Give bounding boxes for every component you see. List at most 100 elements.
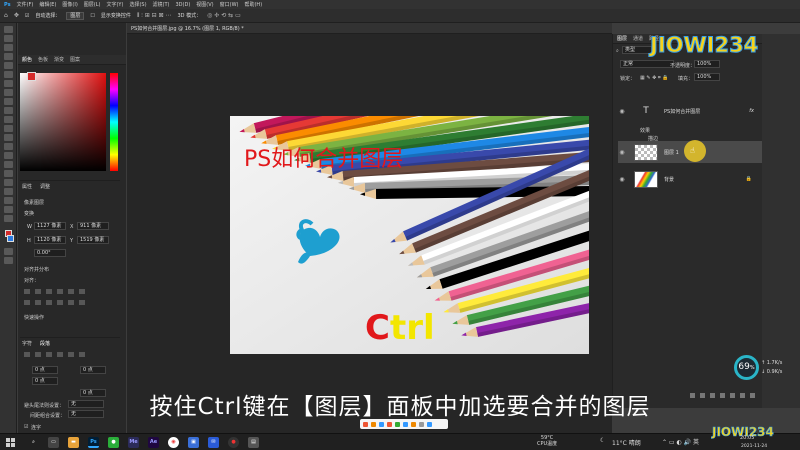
distribute-1-icon[interactable] <box>24 300 30 305</box>
cpu-temp-widget[interactable]: 59°C CPU温度 <box>537 435 557 447</box>
fill-field[interactable]: 100% <box>694 73 720 81</box>
menu-3d[interactable]: 3D(D) <box>176 2 191 8</box>
menu-select[interactable]: 选择(S) <box>129 1 146 8</box>
filter-type-dropdown[interactable]: 类型 <box>622 46 652 54</box>
eyedropper-tool-icon[interactable] <box>3 80 13 87</box>
distribute-5-icon[interactable] <box>68 300 74 305</box>
move-tool-icon[interactable] <box>3 26 13 33</box>
blur-tool-icon[interactable] <box>3 143 13 150</box>
history-brush-tool-icon[interactable] <box>3 116 13 123</box>
tab-paragraph[interactable]: 段落 <box>40 340 50 347</box>
ime-punct-icon[interactable] <box>379 421 384 427</box>
fx-icon[interactable]: fx <box>749 108 754 114</box>
clock-time[interactable]: 20:05 <box>740 435 754 441</box>
panel-foreground-swatch[interactable] <box>27 72 36 81</box>
y-field[interactable]: 1519 像素 <box>77 236 109 244</box>
align-icons[interactable]: ⫴ ⫶ ⊞ ⊟ ⊠ ⋯ <box>137 12 172 20</box>
x-field[interactable]: 911 像素 <box>77 222 109 230</box>
distribute-3-icon[interactable] <box>46 300 52 305</box>
tab-properties[interactable]: 属性 <box>22 183 32 190</box>
para-left-icon[interactable] <box>24 352 30 357</box>
ime-voice-icon[interactable] <box>395 421 400 427</box>
eye-icon[interactable]: ◉ <box>618 108 626 115</box>
first-line-indent-field[interactable]: 0 点 <box>32 377 58 385</box>
document-tab[interactable]: PS如何合并图层.jpg @ 16.7% (图层 1, RGB/8) * <box>127 23 612 34</box>
record-icon[interactable]: ● <box>228 437 239 448</box>
tab-swatches[interactable]: 色板 <box>38 56 48 63</box>
menu-image[interactable]: 图像(I) <box>62 1 77 8</box>
color-picker-field[interactable] <box>20 73 106 171</box>
menu-filter[interactable]: 滤镜(T) <box>153 1 170 8</box>
auto-select-dropdown[interactable]: 图层 <box>66 11 85 20</box>
weather-text[interactable]: 11°C 晴朗 <box>612 438 641 447</box>
path-select-tool-icon[interactable] <box>3 179 13 186</box>
ime-tools-icon[interactable] <box>419 421 424 427</box>
eye-icon[interactable]: ◉ <box>618 176 626 183</box>
menu-type[interactable]: 文字(Y) <box>106 1 123 8</box>
tab-layers[interactable]: 图层 <box>617 35 627 42</box>
move-tool-icon[interactable]: ✥ <box>14 12 19 19</box>
hyphenate-checkbox[interactable]: ☑ <box>24 424 28 430</box>
photoshop-app-icon[interactable]: Ps <box>88 437 99 448</box>
ps-logo-icon[interactable]: Ps <box>4 2 11 8</box>
frame-tool-icon[interactable] <box>3 71 13 78</box>
type-tool-icon[interactable] <box>3 170 13 177</box>
menu-help[interactable]: 帮助(H) <box>244 1 262 8</box>
menu-view[interactable]: 视图(V) <box>196 1 213 8</box>
quick-actions-label[interactable]: 快速操作 <box>24 314 44 321</box>
after-effects-icon[interactable]: Ae <box>148 437 159 448</box>
tab-patterns[interactable]: 图案 <box>70 56 80 63</box>
crop-tool-icon[interactable] <box>3 62 13 69</box>
chrome-icon[interactable]: ◉ <box>168 437 179 448</box>
home-icon[interactable]: ⌂ <box>4 12 8 19</box>
email-icon[interactable]: ✉ <box>208 437 219 448</box>
blend-mode-dropdown[interactable]: 正常 <box>620 60 674 68</box>
distribute-2-icon[interactable] <box>35 300 41 305</box>
ime-emoji-icon[interactable] <box>387 421 392 427</box>
para-justify-last-icon[interactable] <box>68 352 74 357</box>
media-encoder-icon[interactable]: Me <box>128 437 139 448</box>
opacity-field[interactable]: 100% <box>694 60 720 68</box>
eye-icon[interactable]: ◉ <box>618 149 626 156</box>
dodge-tool-icon[interactable] <box>3 152 13 159</box>
gradient-tool-icon[interactable] <box>3 134 13 141</box>
transform-section-label[interactable]: 变换 <box>24 210 34 217</box>
ime-keyboard-icon[interactable] <box>403 421 408 427</box>
tab-character[interactable]: 字符 <box>22 340 32 347</box>
tab-gradients[interactable]: 渐变 <box>54 56 64 63</box>
lock-icons[interactable]: ▦ ✎ ✥ ⌗ 🔒 <box>640 75 669 81</box>
zoom-tool-icon[interactable] <box>3 206 13 213</box>
height-field[interactable]: 1120 像素 <box>34 236 66 244</box>
quick-mask-icon[interactable] <box>3 248 13 255</box>
menu-edit[interactable]: 编辑(E) <box>39 1 56 8</box>
more-tools-icon[interactable] <box>3 215 13 222</box>
align-right-icon[interactable] <box>46 289 52 294</box>
ime-cn-icon[interactable] <box>371 421 376 427</box>
tab-adjustments[interactable]: 调整 <box>40 183 50 190</box>
healing-tool-icon[interactable] <box>3 89 13 96</box>
align-bottom-icon[interactable] <box>79 289 85 294</box>
ime-menu-icon[interactable] <box>427 421 432 427</box>
tab-channels[interactable]: 通道 <box>633 35 643 42</box>
layer-row-background[interactable]: ◉ 背景 🔒 <box>618 168 762 190</box>
para-right-icon[interactable] <box>46 352 52 357</box>
clock-date[interactable]: 2021-11-24 <box>741 444 767 449</box>
filter-search-icon[interactable]: ⌕ <box>616 48 619 54</box>
angle-field[interactable]: 0.00° <box>34 249 66 257</box>
screen-mode-icon[interactable] <box>3 257 13 264</box>
para-justify-all-icon[interactable] <box>79 352 85 357</box>
3d-mode-icons[interactable]: ◎ ✢ ⟲ ⇆ ▭ <box>207 12 241 19</box>
distribute-4-icon[interactable] <box>57 300 63 305</box>
indent-right-field[interactable]: 0 点 <box>80 366 106 374</box>
notes-icon[interactable]: ▤ <box>248 437 259 448</box>
app-icon[interactable]: ▣ <box>188 437 199 448</box>
eraser-tool-icon[interactable] <box>3 125 13 132</box>
indent-left-field[interactable]: 0 点 <box>32 366 58 374</box>
align-hcenter-icon[interactable] <box>35 289 41 294</box>
para-justify-icon[interactable] <box>57 352 63 357</box>
align-left-icon[interactable] <box>24 289 30 294</box>
para-center-icon[interactable] <box>35 352 41 357</box>
distribute-6-icon[interactable] <box>79 300 85 305</box>
ime-logo-icon[interactable] <box>363 421 368 427</box>
layer-row-text[interactable]: ◉ T PS如何合并图层 fx <box>618 100 762 122</box>
